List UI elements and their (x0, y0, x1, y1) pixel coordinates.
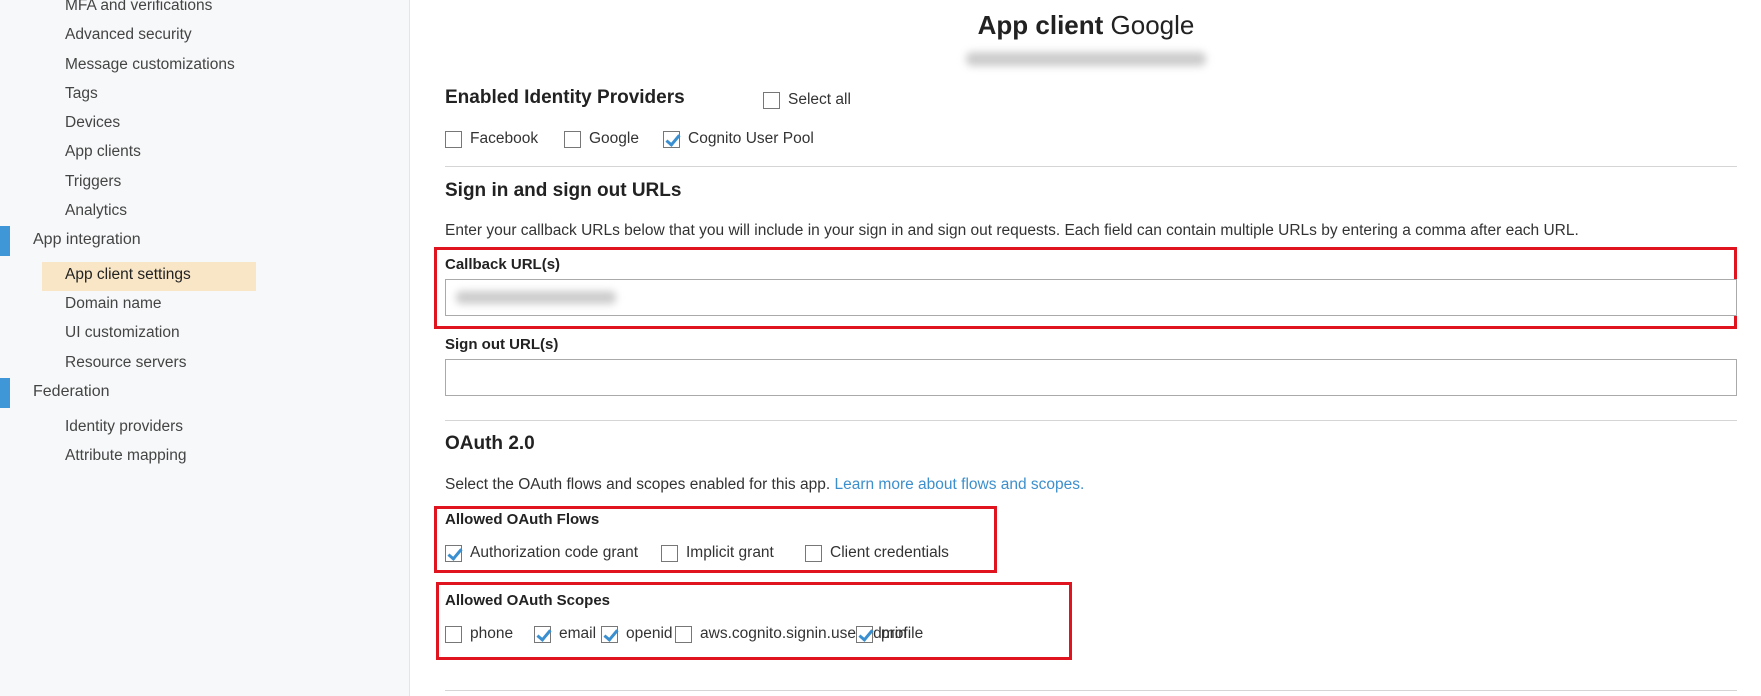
select-all-checkbox[interactable]: Select all (763, 91, 851, 109)
sidebar-item-ui-customization[interactable]: UI customization (65, 324, 180, 342)
flow-implicit-checkbox[interactable]: Implicit grant (661, 544, 774, 562)
sidebar-item-app-client-settings[interactable]: App client settings (65, 266, 191, 284)
oauth-description: Select the OAuth flows and scopes enable… (445, 476, 1084, 494)
oauth-heading: OAuth 2.0 (445, 433, 535, 454)
checkbox-label: phone (470, 625, 514, 642)
flow-client-credentials-checkbox[interactable]: Client credentials (805, 544, 949, 562)
checkbox-icon[interactable] (675, 625, 692, 643)
checkbox-icon[interactable] (805, 544, 822, 562)
title-prefix: App client (977, 10, 1104, 40)
divider (445, 420, 1737, 421)
scope-openid-checkbox[interactable]: openid (601, 625, 673, 643)
callback-value-redacted (456, 291, 616, 304)
sidebar-item-tags[interactable]: Tags (65, 85, 98, 103)
checkmark-icon[interactable] (663, 130, 680, 148)
sidebar-item-resource-servers[interactable]: Resource servers (65, 354, 186, 372)
checkbox-label: Facebook (470, 130, 539, 147)
learn-more-link[interactable]: Learn more about flows and scopes. (834, 476, 1084, 493)
flow-authorization-code-checkbox[interactable]: Authorization code grant (445, 544, 638, 562)
sidebar-item-domain-name[interactable]: Domain name (65, 295, 162, 313)
checkbox-icon[interactable] (564, 130, 581, 148)
urls-description: Enter your callback URLs below that you … (445, 222, 1579, 239)
providers-heading: Enabled Identity Providers (445, 87, 685, 108)
checkbox-icon[interactable] (445, 130, 462, 148)
sidebar: MFA and verifications Advanced security … (0, 0, 410, 696)
scope-profile-checkbox[interactable]: profile (856, 625, 923, 643)
sidebar-group-federation[interactable]: Federation (33, 383, 110, 401)
checkbox-label: Implicit grant (686, 544, 774, 561)
divider (445, 166, 1737, 167)
scope-phone-checkbox[interactable]: phone (445, 625, 513, 643)
flows-label: Allowed OAuth Flows (445, 511, 600, 528)
group-indicator (0, 226, 10, 256)
scopes-label: Allowed OAuth Scopes (445, 592, 611, 609)
sidebar-item-mfa[interactable]: MFA and verifications (65, 0, 212, 15)
sidebar-item-message-customizations[interactable]: Message customizations (65, 56, 235, 74)
urls-heading: Sign in and sign out URLs (445, 180, 682, 201)
sidebar-item-advanced-security[interactable]: Advanced security (65, 26, 192, 44)
checkbox-label: Client credentials (830, 544, 949, 561)
callback-label: Callback URL(s) (445, 256, 561, 273)
checkmark-icon[interactable] (856, 625, 873, 643)
sidebar-item-devices[interactable]: Devices (65, 114, 120, 132)
provider-facebook-checkbox[interactable]: Facebook (445, 130, 538, 148)
provider-cognito-checkbox[interactable]: Cognito User Pool (663, 130, 814, 148)
page-title: App client Google (411, 10, 1761, 41)
checkmark-icon[interactable] (534, 625, 551, 643)
checkmark-icon[interactable] (601, 625, 618, 643)
provider-google-checkbox[interactable]: Google (564, 130, 639, 148)
checkbox-label: Google (589, 130, 639, 147)
signout-label: Sign out URL(s) (445, 336, 559, 353)
checkmark-icon[interactable] (445, 544, 462, 562)
sidebar-group-app-integration[interactable]: App integration (33, 231, 141, 249)
sidebar-item-attribute-mapping[interactable]: Attribute mapping (65, 447, 187, 465)
group-indicator (0, 378, 10, 408)
client-id-redacted (966, 52, 1206, 66)
checkbox-label: Authorization code grant (470, 544, 639, 561)
checkbox-label: openid (626, 625, 673, 642)
divider (445, 690, 1737, 691)
signout-url-input[interactable] (445, 359, 1737, 396)
checkbox-icon[interactable] (763, 91, 780, 109)
checkbox-icon[interactable] (661, 544, 678, 562)
sidebar-item-app-clients[interactable]: App clients (65, 143, 141, 161)
checkbox-icon[interactable] (445, 625, 462, 643)
scope-email-checkbox[interactable]: email (534, 625, 596, 643)
callback-url-input[interactable] (445, 279, 1737, 316)
oauth-description-text: Select the OAuth flows and scopes enable… (445, 476, 831, 493)
sidebar-item-analytics[interactable]: Analytics (65, 202, 127, 220)
sidebar-item-triggers[interactable]: Triggers (65, 173, 121, 191)
checkbox-label: Select all (788, 91, 851, 108)
sidebar-item-identity-providers[interactable]: Identity providers (65, 418, 183, 436)
checkbox-label: profile (881, 625, 924, 642)
checkbox-label: email (559, 625, 597, 642)
main-content: App client Google Enabled Identity Provi… (411, 0, 1761, 696)
checkbox-label: Cognito User Pool (688, 130, 814, 147)
title-client-name: Google (1110, 10, 1195, 40)
